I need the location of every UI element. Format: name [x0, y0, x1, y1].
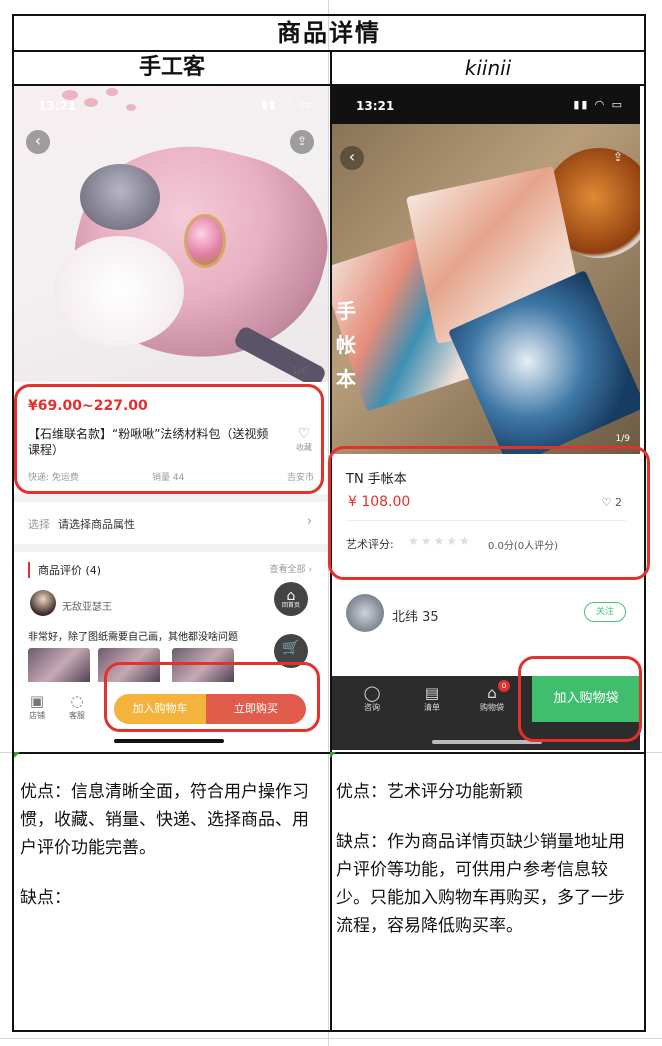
- tab-shop[interactable]: ▣ 店铺: [22, 692, 52, 721]
- notes-left: 优点：信息清晰全面，符合用户操作习惯，收藏、销量、快递、选择商品、用户评价功能完…: [20, 778, 322, 934]
- tab-shop-label: 店铺: [29, 711, 45, 720]
- tab-list-label: 清单: [424, 703, 440, 712]
- tab-consult-label: 咨询: [364, 703, 380, 712]
- shop-icon: ▣: [29, 692, 45, 710]
- product-hero-image: ‹ ⇪ 1/6: [14, 86, 328, 390]
- tab-bag-label: 购物袋: [480, 703, 504, 712]
- status-bar: 13:21 ▮▮ ◠ ▭: [332, 86, 640, 124]
- tab-list[interactable]: ▤ 清单: [412, 684, 452, 713]
- highlight-right-info: [328, 446, 650, 580]
- column-header-right: kiinii: [464, 56, 512, 80]
- avatar: [346, 594, 384, 632]
- cons-left: 缺点：: [20, 888, 71, 908]
- chat-icon: ◯: [363, 684, 381, 702]
- status-time: 13:21: [38, 99, 77, 113]
- page-title: 商品详情: [277, 19, 381, 47]
- bird-head: [80, 164, 160, 230]
- review-title: 商品评价 (4): [28, 562, 101, 578]
- cell-comment-marker: [14, 752, 20, 758]
- pros-left: 优点：信息清晰全面，符合用户操作习惯，收藏、销量、快递、选择商品、用户评价功能完…: [20, 782, 309, 858]
- screenshot-kiinii: 13:21 ▮▮ ◠ ▭ 手帐本 ‹ ⇪ 1/9 TN 手帐本 ¥ 108.00…: [332, 86, 640, 750]
- pros-right: 优点：艺术评分功能新颖: [336, 782, 523, 802]
- status-bar: 13:21 ▮▮ ◠ ▭: [14, 86, 328, 126]
- attr-key: 选择: [28, 518, 50, 531]
- tab-service-label: 客服: [69, 711, 85, 720]
- shop-row[interactable]: 北纬 35 关注: [332, 592, 640, 642]
- notes-right: 优点：艺术评分功能新颖 缺点：作为商品详情页缺少销量地址用户评价等功能，可供用户…: [336, 778, 640, 962]
- tab-consult[interactable]: ◯ 咨询: [352, 684, 392, 713]
- bird-belly: [54, 236, 184, 346]
- chevron-right-icon: ›: [306, 514, 312, 529]
- avatar: [30, 590, 56, 616]
- list-icon: ▤: [424, 684, 440, 702]
- review-text: 非常好，除了图纸需要自己画，其他都没啥问题: [28, 632, 238, 643]
- bird-tail: [232, 324, 328, 390]
- back-icon[interactable]: ‹: [26, 130, 50, 154]
- highlight-left-buttons: [104, 662, 320, 732]
- signal-icons: ▮▮ ◠ ▭: [261, 98, 312, 111]
- column-header-left: 手工客: [138, 55, 205, 80]
- gridline: [0, 1038, 662, 1039]
- follow-button[interactable]: 关注: [584, 602, 626, 622]
- cons-right: 缺点：作为商品详情页缺少销量地址用户评价等功能，可供用户参考信息较少。只能加入购…: [336, 832, 625, 936]
- cell-comment-marker: [330, 752, 336, 758]
- home-indicator: [114, 739, 224, 743]
- bag-badge: 0: [498, 680, 510, 692]
- signal-icons: ▮▮ ◠ ▭: [573, 98, 624, 111]
- spreadsheet: 商品详情 手工客 kiinii ‹ ⇪ 1/6 13:21 ▮▮ ◠ ▭ ¥69…: [0, 0, 662, 1046]
- service-icon: ◌: [70, 692, 84, 710]
- shop-name: 北纬 35: [392, 610, 439, 625]
- hero-caption: 手帐本: [336, 299, 356, 391]
- image-pager: 1/6: [291, 366, 308, 377]
- review-view-all[interactable]: 查看全部 ›: [270, 562, 312, 575]
- status-time: 13:21: [356, 99, 395, 113]
- reviewer-name: 无敌亚瑟王: [62, 602, 112, 613]
- back-icon[interactable]: ‹: [340, 146, 364, 170]
- home-indicator: [432, 740, 542, 744]
- product-hero-image: 手帐本 ‹ ⇪: [332, 124, 640, 454]
- pink-gem: [184, 214, 226, 268]
- attribute-selector[interactable]: 选择 请选择商品属性 ›: [14, 502, 328, 544]
- image-pager: 1/9: [615, 434, 630, 444]
- home-float-button[interactable]: ⌂ 回首页: [274, 582, 308, 616]
- home-label: 回首页: [281, 602, 300, 609]
- tab-bag[interactable]: ⌂ 购物袋 0: [472, 680, 512, 713]
- tab-service[interactable]: ◌ 客服: [62, 692, 92, 721]
- cart-icon: 🛒: [282, 640, 300, 656]
- row-divider: [14, 752, 644, 754]
- attr-value: 请选择商品属性: [58, 518, 135, 531]
- share-icon[interactable]: ⇪: [606, 146, 630, 170]
- highlight-left-info: [14, 384, 324, 494]
- highlight-right-button: [518, 656, 642, 742]
- share-icon[interactable]: ⇪: [290, 130, 314, 154]
